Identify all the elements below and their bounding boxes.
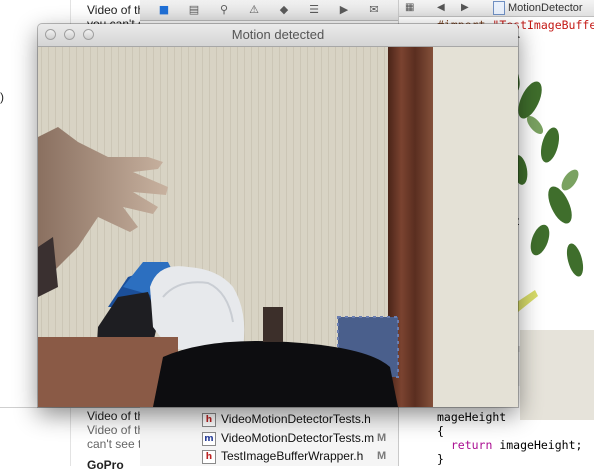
motion-detected-window[interactable]: Motion detected <box>38 24 518 407</box>
list-icon[interactable]: ☰ <box>306 2 322 18</box>
browser-snippet: can't see t <box>87 437 142 451</box>
forward-icon[interactable]: ▶ <box>461 1 469 15</box>
browser-heading: GoPro <box>87 458 124 472</box>
code-token: { <box>437 424 444 438</box>
file-name: VideoMotionDetectorTests.m <box>221 431 375 445</box>
browser-snippet: Video of th <box>87 423 145 437</box>
breakpoint-icon[interactable]: ◆ <box>276 2 292 18</box>
file-name: VideoMotionDetectorTests.h <box>221 412 371 426</box>
header-file-icon: h <box>202 412 216 427</box>
tag-icon[interactable]: ▶ <box>336 2 352 18</box>
code-token: imageHeight; <box>492 438 583 452</box>
window-title: Motion detected <box>231 27 325 42</box>
file-row[interactable]: h TestImageBufferWrapper.h <box>202 447 363 465</box>
code-token: } <box>437 452 444 466</box>
search-icon[interactable]: ⚲ <box>216 2 232 18</box>
implementation-file-icon: m <box>202 431 216 446</box>
code-token: return <box>450 438 493 452</box>
warning-icon[interactable]: ⚠ <box>246 2 262 18</box>
jump-bar-file-label: MotionDetector <box>508 2 583 14</box>
code-line[interactable]: { <box>437 424 444 438</box>
browser-snippet: Video of th <box>87 409 145 423</box>
header-file-icon: h <box>202 449 216 464</box>
jump-bar: ▦ ◀ ▶ MotionDetector <box>399 0 594 17</box>
file-status: M <box>377 450 387 462</box>
camera-image <box>38 47 518 407</box>
browser-snippet: Video of th <box>87 3 145 17</box>
project-icon <box>493 1 505 16</box>
code-line[interactable]: return imageHeight; <box>437 438 583 452</box>
window-title-bar[interactable]: Motion detected <box>38 24 518 47</box>
jump-bar-file[interactable]: MotionDetector <box>493 1 583 16</box>
file-row[interactable]: m VideoMotionDetectorTests.m <box>202 429 374 447</box>
code-line[interactable]: } <box>437 452 444 466</box>
back-icon[interactable]: ◀ <box>437 1 445 15</box>
grid-icon[interactable]: ▦ <box>405 1 414 15</box>
navigator-toolbar: ■ ▤ ⚲ ⚠ ◆ ☰ ▶ ✉ <box>140 0 398 21</box>
code-line[interactable]: mageHeight <box>437 410 506 424</box>
file-name: TestImageBufferWrapper.h <box>221 449 364 463</box>
browser-snippet: ) <box>0 90 4 104</box>
file-row[interactable]: h VideoMotionDetectorTests.h <box>202 410 371 428</box>
file-status: M <box>377 432 387 444</box>
speech-bubble-icon[interactable]: ✉ <box>366 2 382 18</box>
hierarchy-icon[interactable]: ▤ <box>186 2 202 18</box>
folder-icon[interactable]: ■ <box>156 2 172 18</box>
camera-feed <box>38 47 518 407</box>
code-token: mageHeight <box>437 410 507 424</box>
divider <box>0 407 140 408</box>
